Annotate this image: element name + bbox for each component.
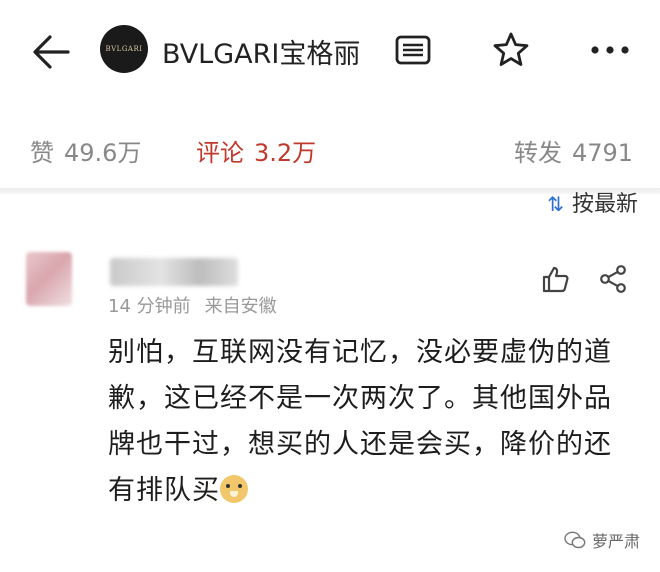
comment-location: 来自安徽 xyxy=(204,296,277,317)
commenter-name[interactable] xyxy=(110,258,238,286)
share-icon xyxy=(600,265,626,293)
comment-item: 14 分钟前 来自安徽 别怕，互联网没有记忆，没必要虚伪的道歉，这已经不是一次两次… xyxy=(0,230,660,572)
likes-count: 49.6万 xyxy=(64,139,142,167)
comments-count: 3.2万 xyxy=(254,139,317,167)
top-bar: BVLGARI BVLGARI宝格丽 xyxy=(0,0,660,105)
reposts-count: 4791 xyxy=(572,139,634,167)
article-icon xyxy=(395,35,431,65)
account-name[interactable]: BVLGARI宝格丽 xyxy=(162,32,360,71)
stats-bar: 赞 49.6万 评论 3.2万 转发 4791 xyxy=(0,105,660,191)
likes-label: 赞 xyxy=(30,139,54,167)
reposts-label: 转发 xyxy=(514,139,562,167)
dog-emoji-icon xyxy=(220,475,248,503)
like-button[interactable] xyxy=(536,260,574,298)
sort-label: 按最新 xyxy=(571,192,638,217)
star-icon xyxy=(493,32,529,66)
comments-label: 评论 xyxy=(196,139,244,167)
comment-time: 14 分钟前 xyxy=(108,296,191,317)
more-button[interactable] xyxy=(587,27,633,73)
avatar[interactable] xyxy=(26,252,72,306)
account-avatar[interactable]: BVLGARI xyxy=(100,25,148,73)
comment-body: 别怕，互联网没有记忆，没必要虚伪的道歉，这已经不是一次两次了。其他国外品牌也干过… xyxy=(108,337,612,506)
thumbs-up-icon xyxy=(542,266,569,293)
comments-tab[interactable]: 评论 3.2万 xyxy=(196,133,316,168)
wechat-icon xyxy=(564,531,586,549)
reposts-tab[interactable]: 转发 4791 xyxy=(514,133,633,168)
sort-toggle[interactable]: ⇅ 按最新 xyxy=(547,186,638,218)
comment-text: 别怕，互联网没有记忆，没必要虚伪的道歉，这已经不是一次两次了。其他国外品牌也干过… xyxy=(108,330,628,514)
likes-tab[interactable]: 赞 49.6万 xyxy=(30,133,141,168)
comment-meta: 14 分钟前 来自安徽 xyxy=(108,292,277,318)
watermark: 萝严肃 xyxy=(564,528,640,552)
sort-icon: ⇅ xyxy=(547,192,564,216)
favorite-button[interactable] xyxy=(488,27,534,73)
back-button[interactable] xyxy=(28,30,76,74)
share-button[interactable] xyxy=(594,260,632,298)
account-logo-text: BVLGARI xyxy=(105,45,143,53)
watermark-text: 萝严肃 xyxy=(591,532,640,551)
article-button[interactable] xyxy=(390,27,436,73)
back-arrow-icon xyxy=(33,35,70,69)
more-icon xyxy=(591,46,629,54)
